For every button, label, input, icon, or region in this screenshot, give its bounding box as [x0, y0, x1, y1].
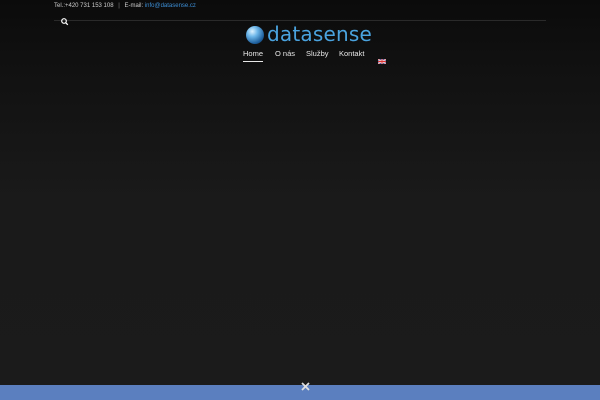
search-icon[interactable]: [60, 13, 70, 26]
logo-text: datasense: [267, 22, 372, 46]
uk-flag-icon[interactable]: [377, 51, 387, 65]
nav-item-sluzby[interactable]: Služby: [306, 48, 329, 60]
site-logo[interactable]: datasense: [246, 23, 372, 46]
email-label: E-mail:: [124, 3, 144, 9]
nav-item-o-nas[interactable]: O nás: [275, 48, 295, 60]
main-nav: Home O nás Služby Kontakt: [0, 48, 600, 65]
phone-number: Tel.:+420 731 153 108: [54, 3, 114, 9]
header-divider: [54, 20, 546, 21]
nav-item-kontakt[interactable]: Kontakt: [339, 48, 364, 60]
close-icon[interactable]: [300, 379, 311, 391]
email-link[interactable]: info@datasense.cz: [145, 3, 196, 9]
nav-item-home[interactable]: Home: [243, 48, 264, 62]
separator: |: [118, 3, 120, 9]
contact-bar: Tel.:+420 731 153 108 | E-mail: info@dat…: [54, 1, 196, 11]
globe-icon: [246, 26, 264, 44]
